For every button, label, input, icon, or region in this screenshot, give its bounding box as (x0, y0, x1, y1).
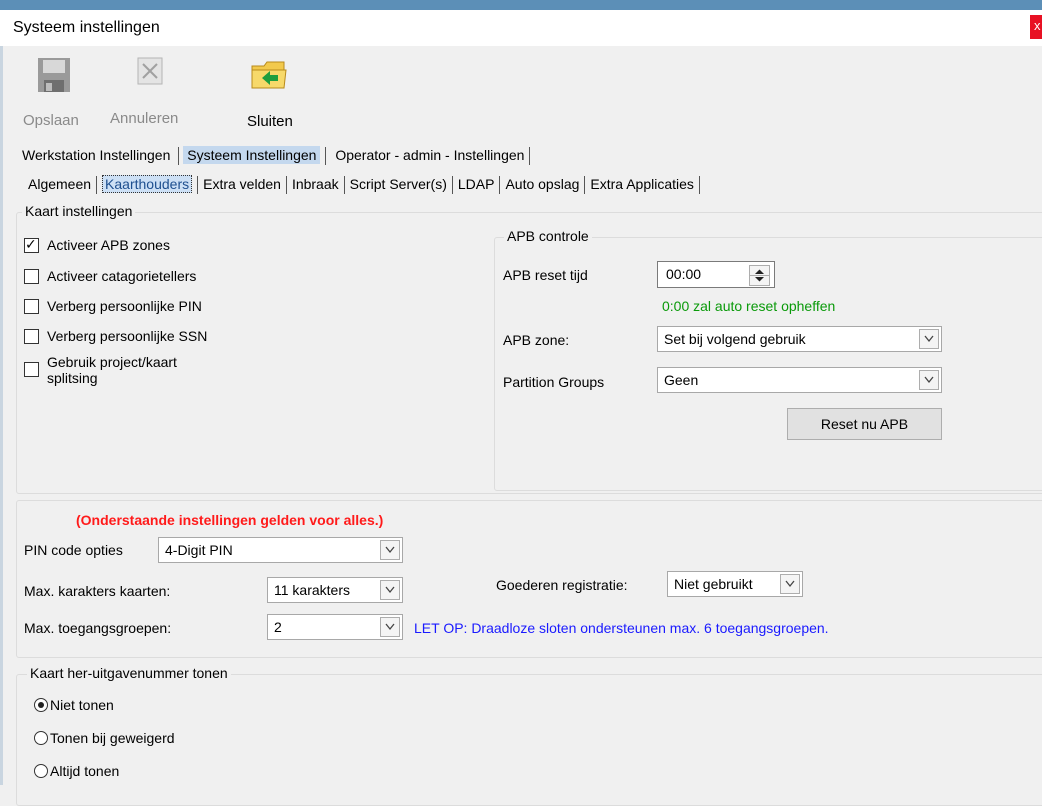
checkbox-category-counters[interactable] (24, 269, 39, 284)
max-chars-select[interactable]: 11 karakters (267, 577, 403, 603)
tab-extra-applicaties[interactable]: Extra Applicaties (590, 176, 694, 192)
tab-systeem[interactable]: Systeem Instellingen (183, 146, 321, 164)
cancel-icon[interactable] (137, 57, 163, 85)
goods-registration-label: Goederen registratie: (496, 577, 628, 593)
window-title: Systeem instellingen (13, 19, 160, 36)
radio-niet-tonen-label: Niet tonen (50, 697, 114, 713)
checkbox-project-split-label: Gebruik project/kaart splitsing (47, 354, 177, 386)
goods-registration-select[interactable]: Niet gebruikt (667, 571, 803, 597)
checkbox-project-split[interactable] (24, 362, 39, 377)
reset-apb-button[interactable]: Reset nu APB (787, 408, 942, 440)
tab-script-servers[interactable]: Script Server(s) (350, 176, 447, 192)
max-chars-label: Max. karakters kaarten: (24, 583, 171, 599)
time-spinner-icon[interactable] (749, 265, 770, 286)
apb-reset-time-value: 00:00 (666, 266, 702, 282)
tab-extra-velden[interactable]: Extra velden (203, 176, 281, 192)
chevron-down-icon[interactable] (780, 574, 800, 594)
chevron-down-icon[interactable] (380, 580, 400, 600)
radio-tonen-bij-geweigerd-label: Tonen bij geweigerd (50, 730, 175, 746)
checkbox-category-counters-label: Activeer catagorietellers (47, 268, 197, 284)
apb-reset-hint: 0:00 zal auto reset opheffen (662, 298, 836, 314)
apb-reset-time-input[interactable]: 00:00 (657, 261, 775, 288)
checkbox-hide-ssn[interactable] (24, 329, 39, 344)
tab-operator[interactable]: Operator - admin - Instellingen (335, 147, 524, 163)
close-button-label[interactable]: Sluiten (247, 113, 293, 130)
max-groups-label: Max. toegangsgroepen: (24, 620, 172, 636)
tab-auto-opslag[interactable]: Auto opslag (505, 176, 579, 192)
checkbox-hide-ssn-label: Verberg persoonlijke SSN (47, 328, 208, 344)
window-left-border (0, 46, 3, 785)
checkbox-hide-pin[interactable] (24, 299, 39, 314)
chevron-down-icon[interactable] (380, 617, 400, 637)
radio-niet-tonen[interactable] (34, 698, 48, 712)
close-window-button[interactable]: x (1030, 15, 1042, 39)
max-chars-value: 11 karakters (274, 582, 350, 598)
tab-werkstation[interactable]: Werkstation Instellingen (22, 147, 170, 163)
chevron-down-icon[interactable] (919, 370, 939, 390)
radio-altijd-tonen-label: Altijd tonen (50, 763, 120, 779)
sub-tab-strip: Algemeen Kaarthouders Extra velden Inbraak S… (28, 175, 705, 195)
apb-reset-time-label: APB reset tijd (503, 267, 588, 283)
pin-options-select[interactable]: 4-Digit PIN (158, 537, 403, 563)
folder-exit-icon[interactable] (250, 58, 288, 92)
global-warning: (Onderstaande instellingen gelden voor a… (76, 512, 384, 528)
checkbox-hide-pin-label: Verberg persoonlijke PIN (47, 298, 202, 314)
chevron-down-icon[interactable] (919, 329, 939, 349)
radio-tonen-bij-geweigerd[interactable] (34, 731, 48, 745)
save-icon[interactable] (36, 56, 72, 94)
save-button-label[interactable]: Opslaan (23, 112, 79, 129)
tab-inbraak[interactable]: Inbraak (292, 176, 339, 192)
pin-options-label: PIN code opties (24, 542, 123, 558)
wireless-locks-note: LET OP: Draadloze sloten ondersteunen ma… (414, 620, 829, 636)
partition-groups-value: Geen (664, 372, 699, 388)
card-settings-legend: Kaart instellingen (22, 203, 136, 219)
radio-altijd-tonen[interactable] (34, 764, 48, 778)
main-tab-strip: Werkstation Instellingen Systeem Instell… (22, 146, 535, 166)
max-groups-value: 2 (274, 619, 282, 635)
tab-kaarthouders[interactable]: Kaarthouders (102, 175, 193, 193)
checkbox-apb-zones-label: Activeer APB zones (47, 237, 170, 253)
apb-control-legend: APB controle (504, 228, 592, 244)
pin-options-value: 4-Digit PIN (165, 542, 233, 558)
partition-groups-select[interactable]: Geen (657, 367, 942, 393)
cancel-button-label[interactable]: Annuleren (110, 110, 178, 127)
apb-zone-label: APB zone: (503, 332, 570, 348)
goods-registration-value: Niet gebruikt (674, 576, 753, 592)
chevron-down-icon[interactable] (380, 540, 400, 560)
tab-ldap[interactable]: LDAP (458, 176, 495, 192)
reissue-legend: Kaart her-uitgavenummer tonen (27, 665, 231, 681)
tab-algemeen[interactable]: Algemeen (28, 176, 91, 192)
window-top-strip (0, 0, 1042, 10)
apb-zone-select[interactable]: Set bij volgend gebruik (657, 326, 942, 352)
max-groups-select[interactable]: 2 (267, 614, 403, 640)
checkbox-apb-zones[interactable] (24, 236, 39, 253)
partition-groups-label: Partition Groups (503, 374, 605, 390)
apb-zone-value: Set bij volgend gebruik (664, 331, 806, 347)
